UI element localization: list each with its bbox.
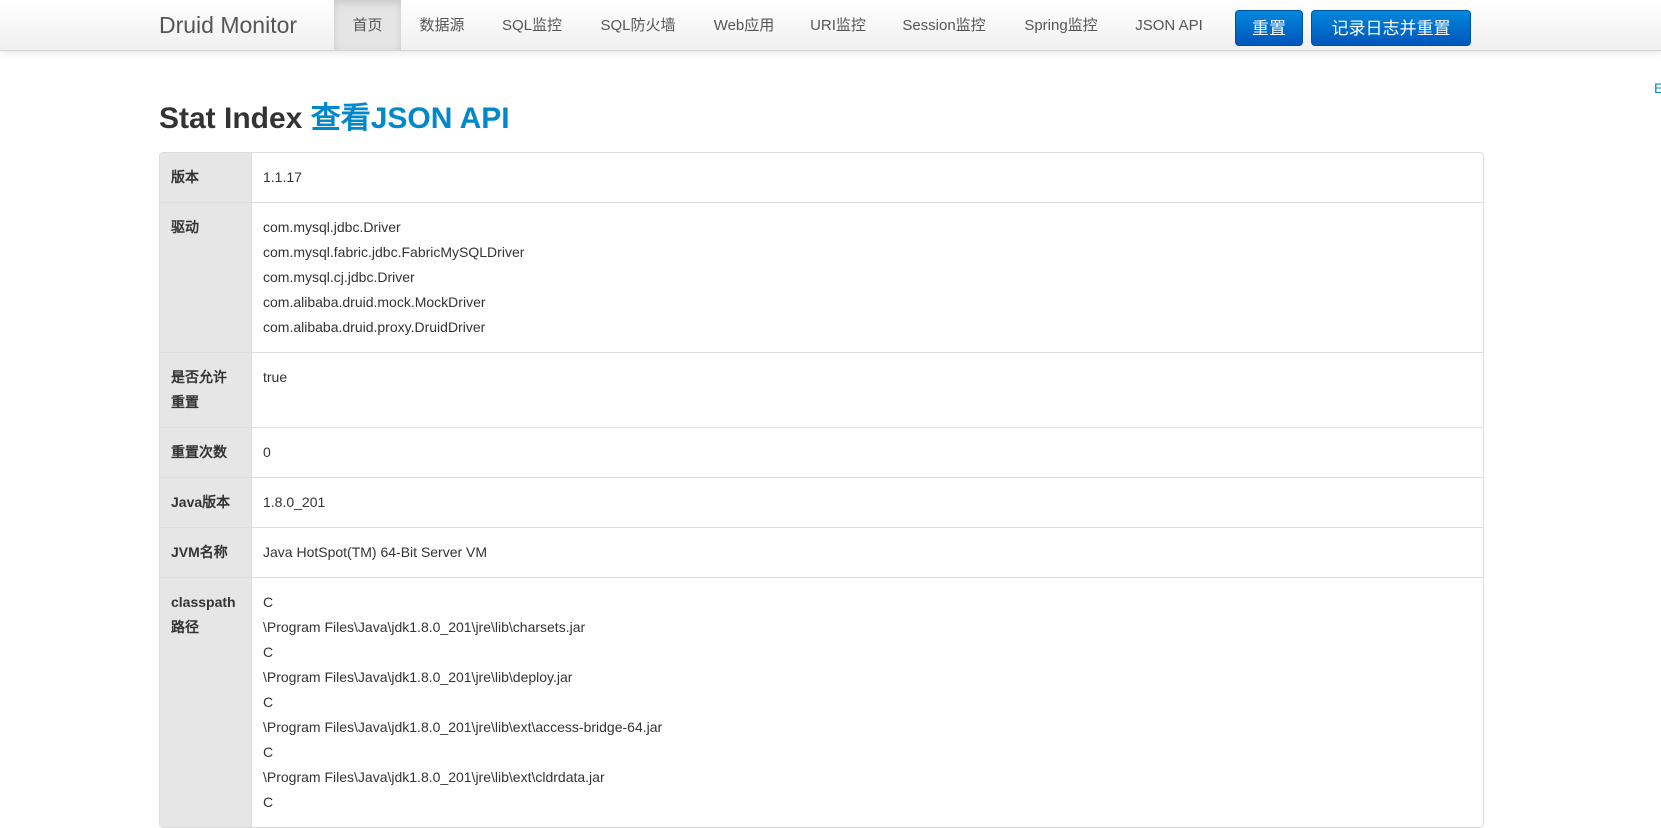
nav-item-sql-firewall[interactable]: SQL防火墙: [590, 0, 686, 50]
page-title: Stat Index 查看JSON API: [159, 93, 510, 137]
classpath-line: \Program Files\Java\jdk1.8.0_201\jre\lib…: [263, 669, 573, 685]
label-line: 重置: [171, 394, 199, 410]
classpath-line: C: [263, 644, 274, 660]
row-value-version: 1.1.17: [252, 153, 1483, 202]
row-label-classpath: classpath 路径: [160, 577, 252, 827]
row-value-drivers: com.mysql.jdbc.Driver com.mysql.fabric.j…: [252, 202, 1483, 352]
nav-item-uri-monitor[interactable]: URI监控: [802, 0, 874, 50]
table-row: 版本 1.1.17: [160, 153, 1483, 202]
table-row: classpath 路径 C \Program Files\Java\jdk1.…: [160, 577, 1483, 827]
driver-line: com.alibaba.druid.mock.MockDriver: [263, 294, 486, 310]
driver-line: com.mysql.fabric.jdbc.FabricMySQLDriver: [263, 244, 525, 260]
row-label-java-version: Java版本: [160, 477, 252, 527]
row-value-jvm-name: Java HotSpot(TM) 64-Bit Server VM: [252, 527, 1483, 577]
classpath-line: \Program Files\Java\jdk1.8.0_201\jre\lib…: [263, 769, 605, 785]
value-line: 1.8.0_201: [263, 494, 326, 510]
side-link[interactable]: E: [1654, 80, 1661, 96]
brand-logo[interactable]: Druid Monitor: [159, 12, 297, 39]
nav-item-home[interactable]: 首页: [334, 0, 401, 50]
label-line: 是否允许: [171, 369, 227, 385]
value-line: 1.1.17: [263, 169, 302, 185]
nav-item-spring-monitor[interactable]: Spring监控: [1014, 0, 1108, 50]
row-label-reset-count: 重置次数: [160, 427, 252, 477]
top-navbar: Druid Monitor 首页 数据源 SQL监控 SQL防火墙 Web应用 …: [0, 0, 1661, 51]
classpath-line: C: [263, 744, 274, 760]
table-row: JVM名称 Java HotSpot(TM) 64-Bit Server VM: [160, 527, 1483, 577]
driver-line: com.alibaba.druid.proxy.DruidDriver: [263, 319, 486, 335]
row-value-reset-count: 0: [252, 427, 1483, 477]
row-value-classpath: C \Program Files\Java\jdk1.8.0_201\jre\l…: [252, 577, 1483, 827]
stat-index-table: 版本 1.1.17 驱动 com.mysql.jdbc.Driver com.m…: [159, 152, 1484, 828]
value-line: Java HotSpot(TM) 64-Bit Server VM: [263, 544, 488, 560]
row-label-version: 版本: [160, 153, 252, 202]
row-label-jvm-name: JVM名称: [160, 527, 252, 577]
driver-line: com.mysql.jdbc.Driver: [263, 219, 401, 235]
nav-item-session-monitor[interactable]: Session监控: [892, 0, 996, 50]
value-line: 0: [263, 444, 271, 460]
row-label-drivers: 驱动: [160, 202, 252, 352]
classpath-line: C: [263, 794, 274, 810]
row-value-java-version: 1.8.0_201: [252, 477, 1483, 527]
nav-item-web-app[interactable]: Web应用: [704, 0, 784, 50]
nav-item-sql-monitor[interactable]: SQL监控: [492, 0, 572, 50]
view-json-api-link[interactable]: 查看JSON API: [311, 102, 510, 135]
table-row: 驱动 com.mysql.jdbc.Driver com.mysql.fabri…: [160, 202, 1483, 352]
reset-button[interactable]: 重置: [1235, 10, 1303, 46]
table-row: Java版本 1.8.0_201: [160, 477, 1483, 527]
classpath-line: \Program Files\Java\jdk1.8.0_201\jre\lib…: [263, 719, 663, 735]
log-and-reset-button[interactable]: 记录日志并重置: [1311, 10, 1471, 46]
driver-line: com.mysql.cj.jdbc.Driver: [263, 269, 415, 285]
classpath-line: C: [263, 594, 274, 610]
classpath-line: C: [263, 694, 274, 710]
row-label-reset-enabled: 是否允许 重置: [160, 352, 252, 427]
table-row: 重置次数 0: [160, 427, 1483, 477]
label-line: 路径: [171, 619, 199, 635]
page-title-text: Stat Index: [159, 102, 303, 135]
value-line: true: [263, 369, 288, 385]
row-value-reset-enabled: true: [252, 352, 1483, 427]
nav-item-datasource[interactable]: 数据源: [408, 0, 476, 50]
nav-item-json-api[interactable]: JSON API: [1126, 0, 1212, 50]
classpath-line: \Program Files\Java\jdk1.8.0_201\jre\lib…: [263, 619, 586, 635]
table-row: 是否允许 重置 true: [160, 352, 1483, 427]
label-line: classpath: [171, 594, 236, 610]
